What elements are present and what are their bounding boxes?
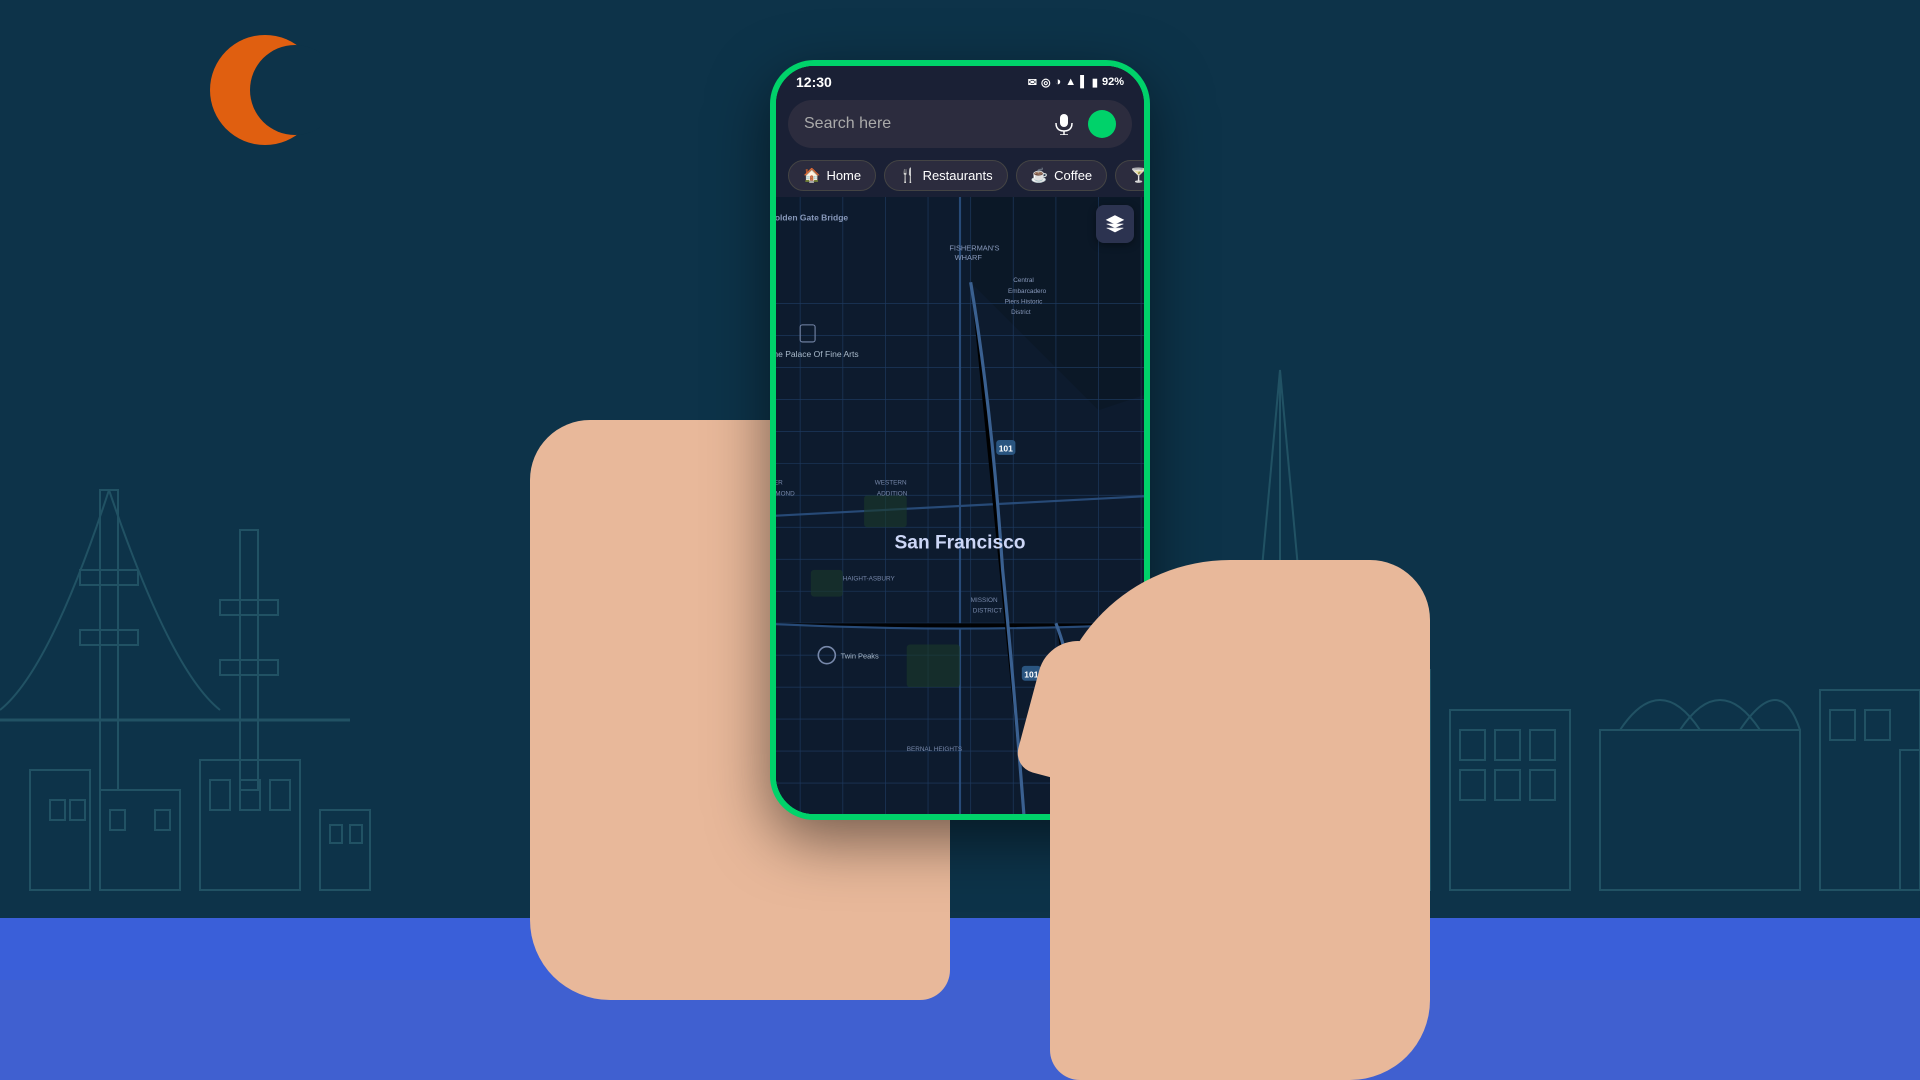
battery-pct: 92% <box>1102 76 1124 88</box>
svg-text:District: District <box>1011 309 1031 316</box>
gmail-icon: ✉ <box>1028 76 1037 89</box>
chip-bars[interactable]: 🍸 B <box>1115 160 1144 191</box>
svg-text:BERNAL HEIGHTS: BERNAL HEIGHTS <box>907 746 962 753</box>
chip-home-label: Home <box>826 168 861 183</box>
bars-icon: 🍸 <box>1130 167 1144 184</box>
chip-restaurants[interactable]: 🍴 Restaurants <box>884 160 1008 191</box>
svg-text:Embarcadero: Embarcadero <box>1008 288 1047 295</box>
svg-text:MISSION: MISSION <box>971 597 998 604</box>
svg-text:Piers Historic: Piers Historic <box>1005 299 1043 306</box>
svg-text:WESTERN: WESTERN <box>875 480 907 487</box>
category-chips: 🏠 Home 🍴 Restaurants ☕ Coffee 🍸 B <box>776 154 1144 197</box>
restaurants-icon: 🍴 <box>899 167 916 184</box>
svg-text:RICHMOND: RICHMOND <box>776 490 795 497</box>
hand-right <box>1050 560 1430 1080</box>
location-icon: ◎ <box>1041 76 1051 89</box>
svg-text:101: 101 <box>999 444 1013 454</box>
chip-restaurants-label: Restaurants <box>923 168 993 183</box>
brightness-icon: ◑ <box>1055 76 1062 88</box>
moon <box>200 30 320 150</box>
status-time: 12:30 <box>796 74 832 90</box>
svg-text:DISTRICT: DISTRICT <box>973 608 1003 615</box>
status-icons: ✉ ◎ ◑ ▲ ▌ ▮ 92% <box>1028 76 1124 89</box>
chip-coffee[interactable]: ☕ Coffee <box>1016 160 1108 191</box>
svg-text:Central: Central <box>1013 277 1034 284</box>
svg-text:HAIGHT-ASBURY: HAIGHT-ASBURY <box>843 576 896 583</box>
home-icon: 🏠 <box>803 167 820 184</box>
svg-text:ADDITION: ADDITION <box>877 490 908 497</box>
chip-home[interactable]: 🏠 Home <box>788 160 876 191</box>
svg-text:Twin Peaks: Twin Peaks <box>841 651 879 660</box>
wifi-icon: ▲ <box>1065 76 1076 88</box>
search-placeholder: Search here <box>804 115 1040 133</box>
layers-button[interactable] <box>1096 205 1134 243</box>
svg-text:Golden Gate Bridge: Golden Gate Bridge <box>776 212 848 222</box>
status-bar: 12:30 ✉ ◎ ◑ ▲ ▌ ▮ 92% <box>776 66 1144 94</box>
svg-text:San Francisco: San Francisco <box>895 533 1026 554</box>
coffee-icon: ☕ <box>1031 167 1048 184</box>
search-bar[interactable]: Search here <box>788 100 1132 148</box>
signal-icon: ▌ <box>1080 76 1088 88</box>
svg-text:WHARF: WHARF <box>955 253 983 262</box>
svg-text:INNER: INNER <box>776 480 783 487</box>
mic-icon[interactable] <box>1050 110 1078 138</box>
battery-icon: ▮ <box>1092 76 1098 89</box>
svg-text:The Palace Of Fine Arts: The Palace Of Fine Arts <box>776 349 859 359</box>
phone-scene: 12:30 ✉ ◎ ◑ ▲ ▌ ▮ 92% Search here <box>610 0 1310 1080</box>
chip-coffee-label: Coffee <box>1054 168 1092 183</box>
profile-avatar[interactable] <box>1088 110 1116 138</box>
svg-text:FISHERMAN'S: FISHERMAN'S <box>949 243 999 252</box>
